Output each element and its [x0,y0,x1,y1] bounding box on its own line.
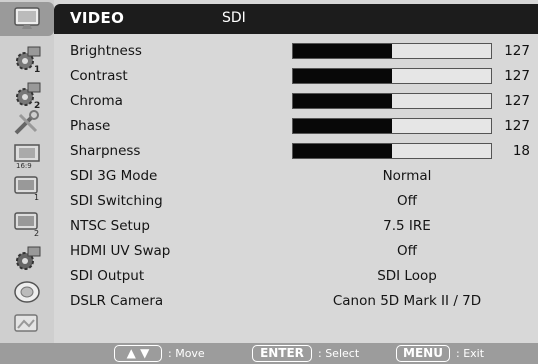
brightness-slider[interactable] [292,43,492,59]
ratio-icon[interactable]: 16:9 [6,140,48,170]
row-chroma[interactable]: Chroma 127 [54,89,538,113]
row-sharpness[interactable]: Sharpness 18 [54,139,538,163]
row-sdi-switching[interactable]: SDI Switching Off [54,189,538,213]
row-dslr-camera[interactable]: DSLR Camera Canon 5D Mark II / 7D [54,289,538,313]
row-label: NTSC Setup [70,218,150,234]
footer-help-bar: ▲ ▼ : Move ENTER : Select MENU : Exit [0,343,538,364]
row-value: Normal [382,168,432,184]
slider-fill [293,144,392,158]
row-value: 127 [504,93,530,109]
phase-slider[interactable] [292,118,492,134]
menu-icon-column: 1 2 16:9 1 2 [0,0,54,343]
move-key: ▲ ▼ [114,345,162,362]
row-label: Chroma [70,93,123,109]
row-value: SDI Loop [377,268,437,284]
sharpness-slider[interactable] [292,143,492,159]
row-label: Contrast [70,68,128,84]
osd-menu: 1 2 16:9 1 2 VIDEO SDI Brightness 127 Co… [0,0,538,364]
enter-label: : Select [318,347,360,360]
row-value: 127 [504,43,530,59]
row-ntsc-setup[interactable]: NTSC Setup 7.5 IRE [54,214,538,238]
svg-text:16:9: 16:9 [16,162,32,169]
row-label: SDI 3G Mode [70,168,158,184]
input-source-label: SDI [222,10,246,26]
gear-3-icon[interactable] [6,244,48,274]
row-value: 18 [512,143,530,159]
row-value: Off [397,193,417,209]
chroma-slider[interactable] [292,93,492,109]
row-value: 127 [504,68,530,84]
row-hdmi-uv-swap[interactable]: HDMI UV Swap Off [54,239,538,263]
title-bar: VIDEO SDI [54,4,538,34]
gear-1-icon[interactable]: 1 [6,44,48,74]
svg-text:2: 2 [34,229,39,237]
gear-2-icon[interactable]: 2 [6,80,48,110]
slider-fill [293,44,392,58]
screen-3-icon[interactable] [6,310,48,340]
row-value: 127 [504,118,530,134]
row-label: SDI Switching [70,193,163,209]
row-label: SDI Output [70,268,145,284]
monitor-icon[interactable] [0,2,54,36]
row-label: Sharpness [70,143,141,159]
screen-2-icon[interactable]: 2 [6,208,48,238]
row-value: Off [397,243,417,259]
svg-text:1: 1 [34,193,39,201]
move-label: : Move [168,347,205,360]
svg-text:1: 1 [34,65,40,73]
row-value: 7.5 IRE [383,218,431,234]
row-label: Brightness [70,43,142,59]
screen-1-icon[interactable]: 1 [6,172,48,202]
tools-icon[interactable] [6,108,48,138]
row-phase[interactable]: Phase 127 [54,114,538,138]
row-label: HDMI UV Swap [70,243,171,259]
slider-fill [293,69,392,83]
slider-fill [293,94,392,108]
contrast-slider[interactable] [292,68,492,84]
menu-key: MENU [396,345,450,362]
row-label: DSLR Camera [70,293,164,309]
menu-title: VIDEO [70,9,125,27]
row-label: Phase [70,118,111,134]
row-brightness[interactable]: Brightness 127 [54,39,538,63]
slider-fill [293,119,392,133]
row-sdi-3g-mode[interactable]: SDI 3G Mode Normal [54,164,538,188]
row-value: Canon 5D Mark II / 7D [332,293,482,309]
row-contrast[interactable]: Contrast 127 [54,64,538,88]
row-sdi-output[interactable]: SDI Output SDI Loop [54,264,538,288]
disc-icon[interactable] [6,276,48,306]
enter-key: ENTER [252,345,312,362]
menu-label: : Exit [456,347,485,360]
